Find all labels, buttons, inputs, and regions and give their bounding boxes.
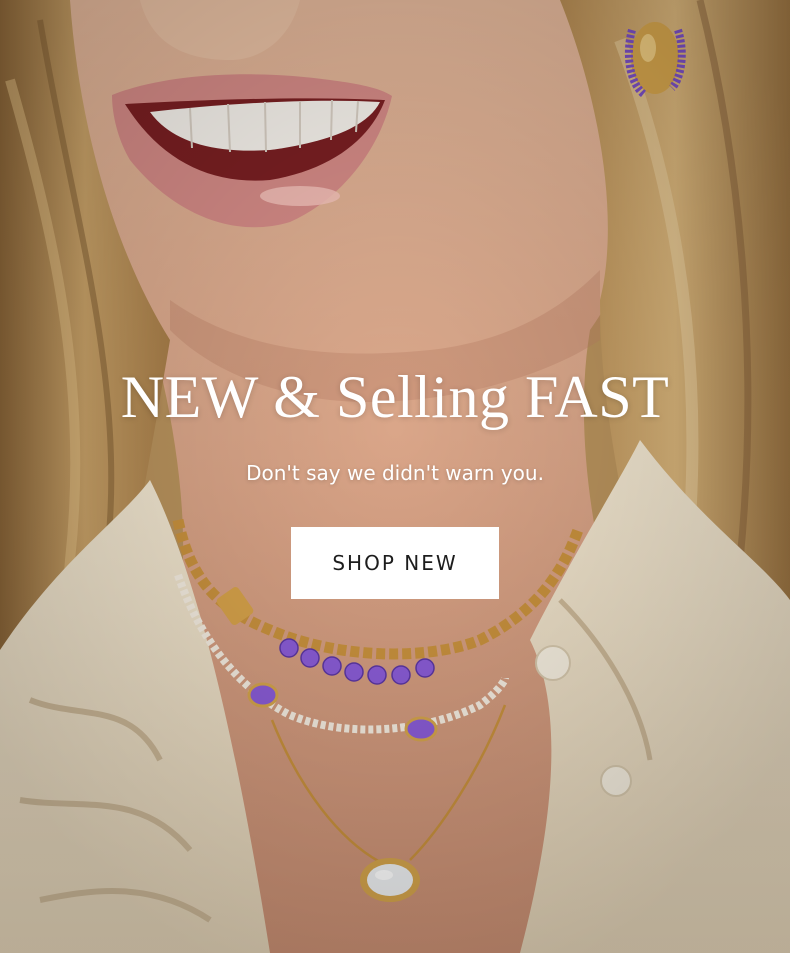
subheadline: Don't say we didn't warn you.: [246, 461, 544, 485]
hero-banner: NEW & Selling FAST Don't say we didn't w…: [0, 0, 790, 953]
hero-copy: NEW & Selling FAST Don't say we didn't w…: [0, 0, 790, 953]
headline: NEW & Selling FAST: [120, 364, 670, 430]
shop-new-button[interactable]: SHOP NEW: [291, 527, 499, 599]
